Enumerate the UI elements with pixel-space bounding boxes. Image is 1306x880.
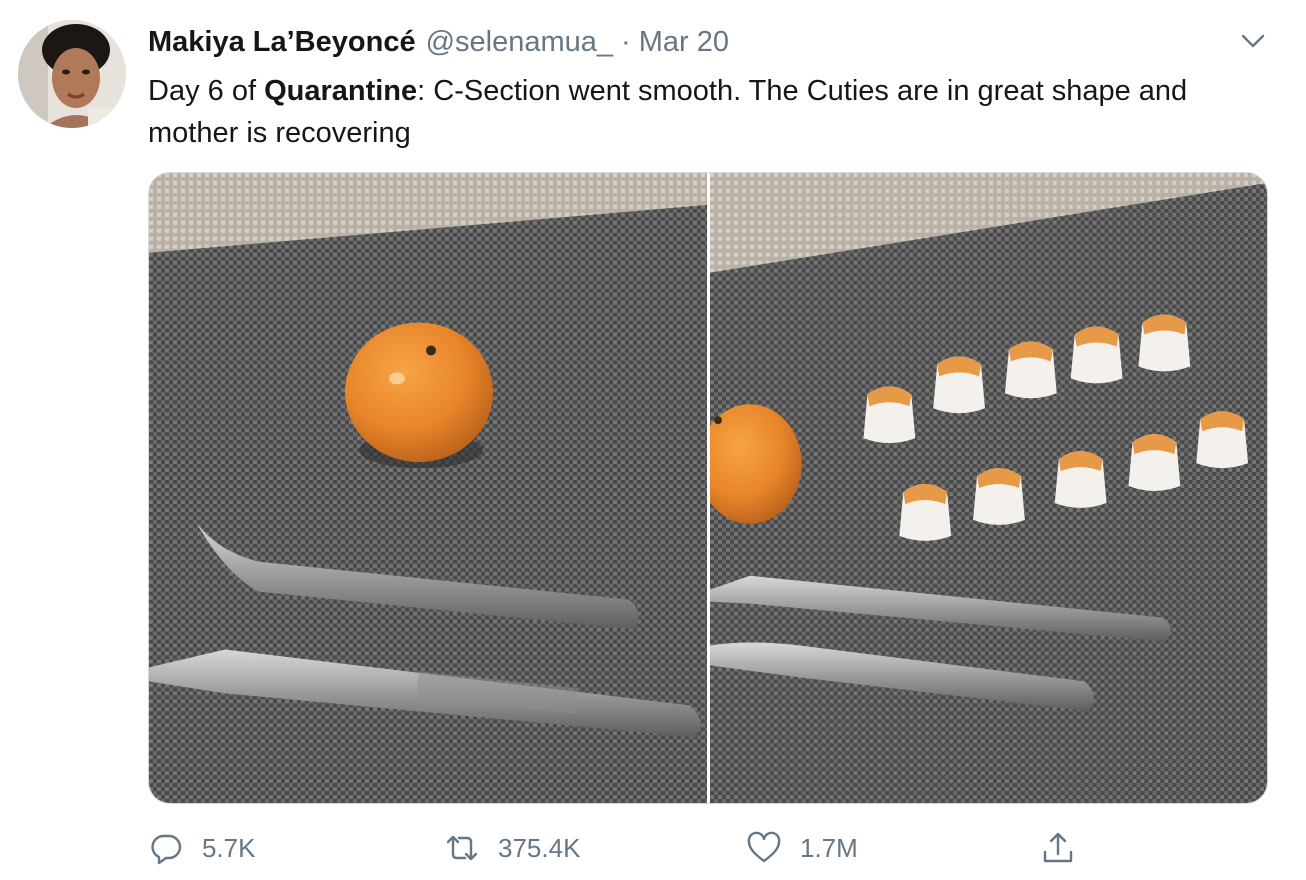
media-photo-1[interactable]: [149, 173, 707, 803]
like-button[interactable]: 1.7M: [746, 826, 858, 870]
share-button[interactable]: [1040, 826, 1076, 870]
media-photo-2[interactable]: [710, 173, 1267, 803]
avatar[interactable]: [18, 20, 126, 128]
reply-count: 5.7K: [202, 832, 256, 863]
retweet-count: 375.4K: [498, 832, 581, 863]
author-handle[interactable]: @selenamua_: [426, 26, 613, 59]
reply-icon: [151, 834, 182, 865]
tweet-text-part1: Day 6 of: [148, 75, 265, 107]
profile-photo: [18, 20, 126, 128]
tweet-date[interactable]: Mar 20: [639, 26, 729, 59]
photo-wrapped-segments: [710, 173, 1267, 803]
retweet-button[interactable]: 375.4K: [444, 826, 580, 870]
photo-whole-mandarin: [149, 173, 707, 803]
chevron-down-icon[interactable]: [1238, 26, 1268, 56]
tweet-text-bold: Quarantine: [264, 75, 418, 107]
reply-button[interactable]: 5.7K: [148, 826, 256, 870]
share-icon: [1043, 832, 1073, 863]
separator-dot: ·: [621, 26, 631, 58]
like-count: 1.7M: [800, 832, 858, 863]
author-display-name[interactable]: Makiya La’Beyoncé: [148, 26, 416, 59]
tweet-actions: 5.7K 375.4K 1.7M: [148, 826, 1268, 870]
heart-icon: [747, 831, 781, 863]
retweet-icon: [446, 835, 478, 861]
tweet-header: Makiya La’Beyoncé @selenamua_ · Mar 20: [148, 26, 729, 60]
tweet-text: Day 6 of Quarantine: C-Section went smoo…: [148, 70, 1248, 154]
tweet-media: [148, 172, 1268, 804]
